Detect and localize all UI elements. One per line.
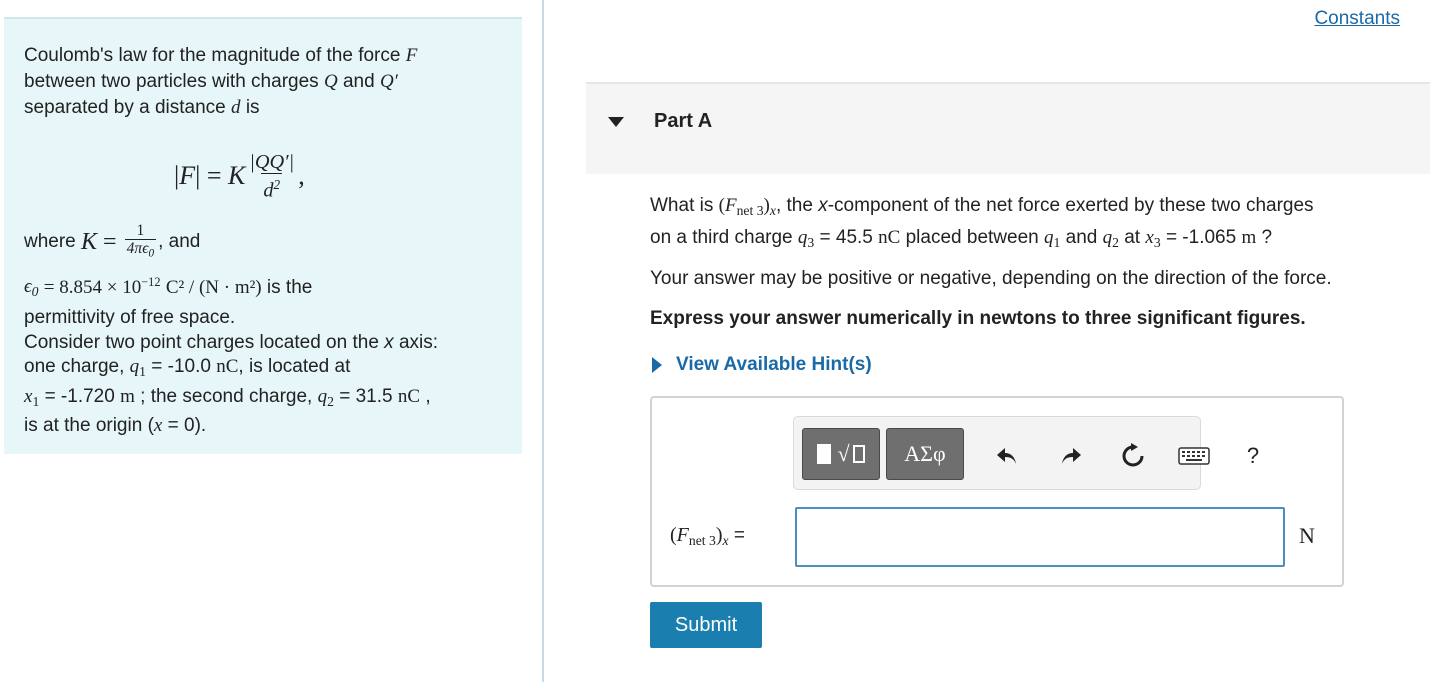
greek-symbols-button[interactable]: ΑΣφ — [886, 428, 964, 480]
panel-divider — [542, 0, 544, 682]
problem-info-panel: Coulomb's law for the magnitude of the f… — [4, 17, 522, 454]
k-definition: where K = 1 4πϵ0 , and — [24, 222, 502, 263]
epsilon-definition: ϵ0 = 8.854 × 10−12 C² / (N · m²) is the … — [24, 274, 313, 329]
help-icon[interactable]: ? — [1240, 443, 1266, 469]
help-label: ? — [1246, 443, 1260, 468]
answer-label: (Fnet 3)x = — [670, 524, 745, 549]
templates-button[interactable]: √ — [802, 428, 880, 480]
submit-button[interactable]: Submit — [650, 602, 762, 648]
sqrt-icon: √ — [837, 441, 850, 466]
undo-icon[interactable] — [994, 443, 1020, 469]
math-toolbar: √ ΑΣφ ? — [793, 416, 1259, 490]
reset-icon[interactable] — [1120, 443, 1146, 469]
coulomb-intro: Coulomb's law for the magnitude of the f… — [24, 45, 418, 118]
answer-unit: N — [1299, 523, 1315, 548]
redo-icon[interactable] — [1058, 443, 1084, 469]
keyboard-icon[interactable] — [1178, 443, 1210, 469]
answer-note: Your answer may be positive or negative,… — [650, 268, 1332, 289]
constants-link[interactable]: Constants — [1314, 8, 1400, 30]
block-icon — [817, 444, 832, 464]
box-icon — [852, 445, 865, 463]
part-title: Part A — [654, 110, 713, 132]
expand-caret-icon — [652, 357, 662, 373]
part-a-header[interactable]: Part A — [586, 82, 1430, 174]
greek-label: ΑΣφ — [904, 441, 946, 466]
hint-label: View Available Hint(s) — [676, 354, 872, 375]
answer-instruction: Express your answer numerically in newto… — [650, 308, 1306, 329]
question-text: What is (Fnet 3)x, the x-component of th… — [650, 195, 1314, 251]
view-hints-toggle[interactable]: View Available Hint(s) — [652, 354, 872, 376]
collapse-caret-icon[interactable] — [608, 117, 624, 127]
answer-input[interactable] — [795, 507, 1285, 567]
answer-box: √ ΑΣφ ? (Fnet 3)x = N — [650, 396, 1344, 587]
scenario-text: Consider two point charges located on th… — [24, 332, 439, 436]
coulomb-equation: | F | = K |QQ′| d2 , — [174, 151, 305, 202]
